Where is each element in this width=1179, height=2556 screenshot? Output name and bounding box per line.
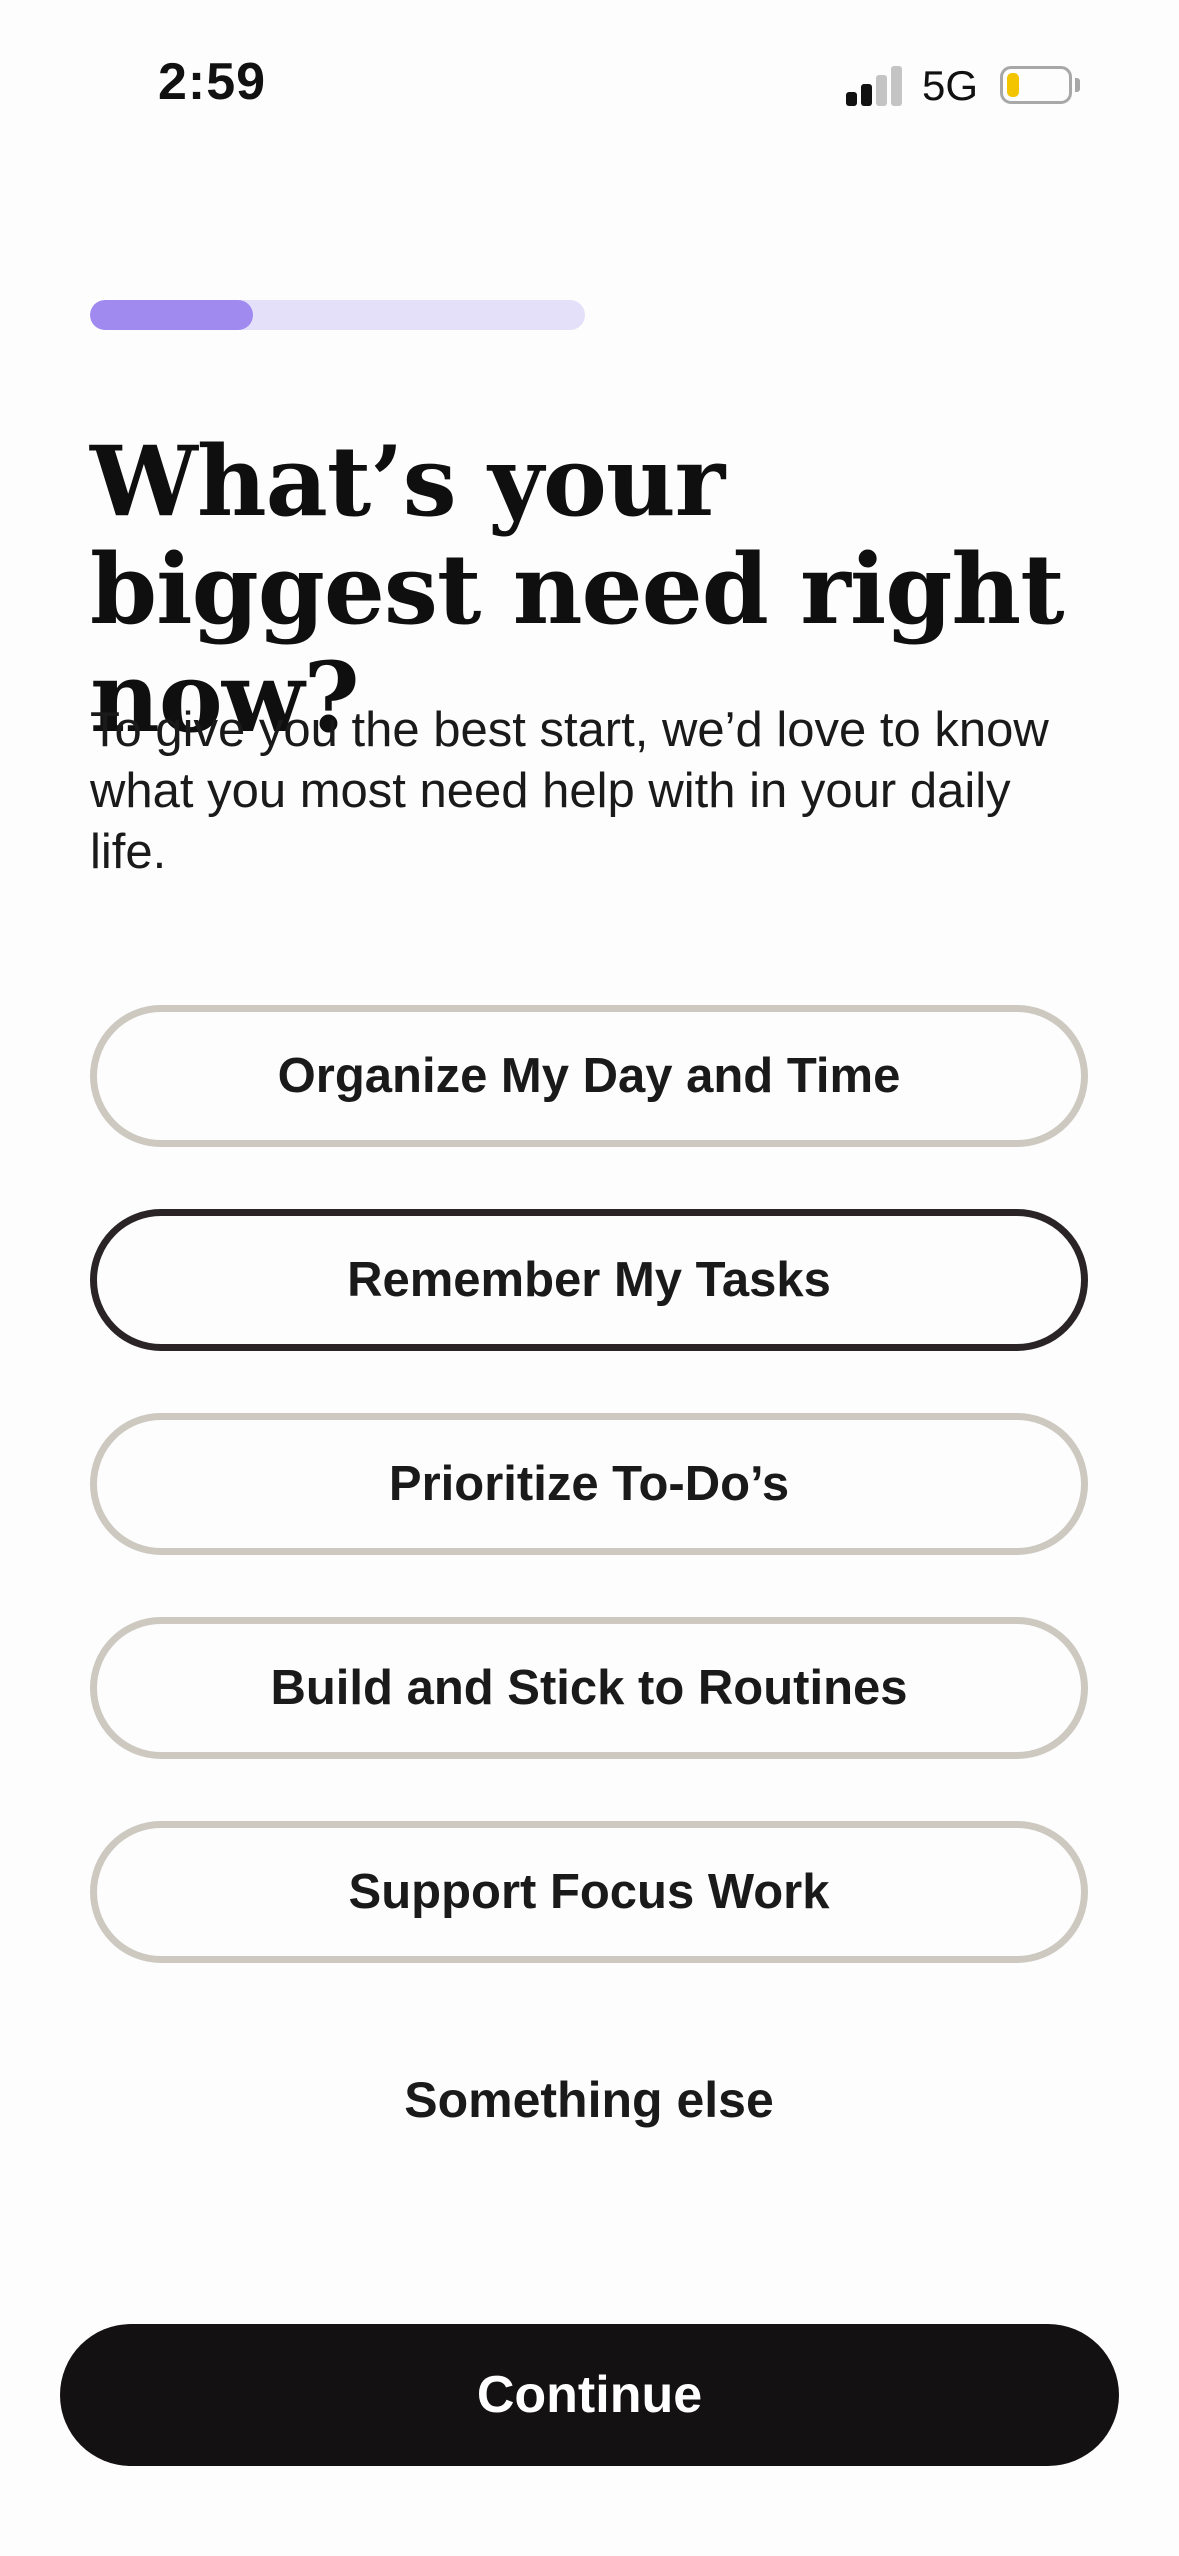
option-prioritize-todos-button[interactable]: Prioritize To-Do’s bbox=[90, 1413, 1088, 1555]
continue-button[interactable]: Continue bbox=[60, 2324, 1119, 2466]
signal-bar bbox=[876, 75, 887, 106]
signal-bar bbox=[846, 92, 857, 106]
battery-level bbox=[1007, 73, 1019, 97]
page-subtitle: To give you the best start, we’d love to… bbox=[90, 703, 1049, 879]
battery-icon bbox=[1000, 66, 1072, 104]
signal-bar bbox=[861, 84, 872, 106]
battery-cap bbox=[1075, 78, 1080, 92]
network-type: 5G bbox=[922, 62, 979, 109]
signal-bar bbox=[891, 66, 902, 106]
option-organize-day-button[interactable]: Organize My Day and Time bbox=[90, 1005, 1088, 1147]
onboarding-progress-bar bbox=[90, 300, 585, 330]
something-else-button[interactable]: Something else bbox=[90, 2060, 1088, 2140]
option-remember-tasks-button[interactable]: Remember My Tasks bbox=[90, 1209, 1088, 1351]
option-list: Organize My Day and Time Remember My Tas… bbox=[90, 1005, 1088, 2025]
status-time: 2:59 bbox=[158, 53, 267, 111]
signal-strength-icon bbox=[846, 64, 906, 106]
status-bar: 2:59 5G bbox=[0, 0, 1179, 170]
option-build-routines-button[interactable]: Build and Stick to Routines bbox=[90, 1617, 1088, 1759]
progress-fill bbox=[90, 300, 254, 330]
option-support-focus-button[interactable]: Support Focus Work bbox=[90, 1821, 1088, 1963]
